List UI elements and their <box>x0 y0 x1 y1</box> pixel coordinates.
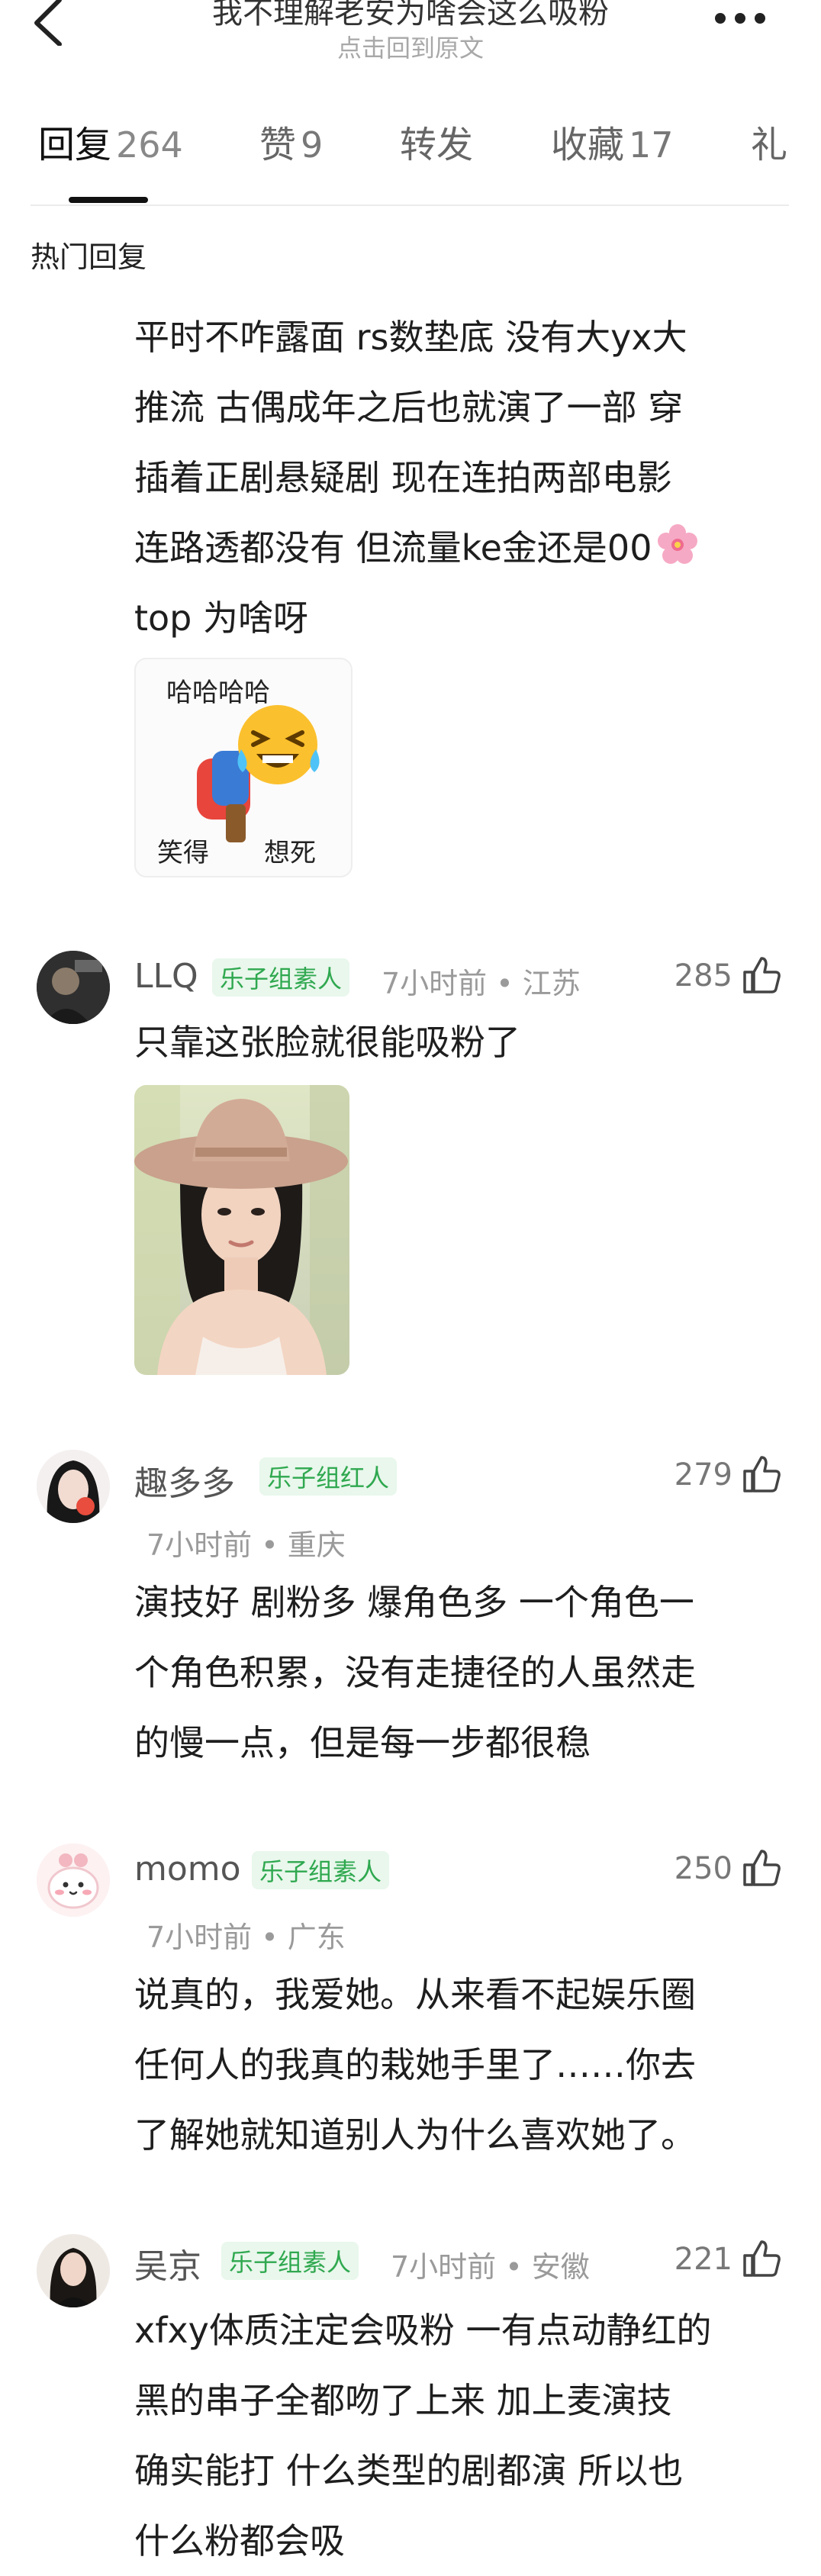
comment-line: xfxy体质注定会吸粉 一有点动静红的 <box>134 2310 712 2351</box>
section-title: 热门回复 <box>31 240 147 274</box>
comment-line: 说真的，我爱她。从来看不起娱乐圈 <box>134 1974 696 2015</box>
tab-likes[interactable]: 赞9 <box>259 114 323 168</box>
post-line: 平时不咋露面 rs数垫底 没有大yx大 <box>134 317 687 358</box>
comment-line: 演技好 剧粉多 爆角色多 一个角色一 <box>134 1582 694 1623</box>
avatar-image-icon <box>37 2234 110 2307</box>
thumbs-up-icon <box>743 2240 781 2277</box>
comment-text: 说真的，我爱她。从来看不起娱乐圈 任何人的我真的栽她手里了……你去 了解她就知道… <box>134 1959 696 2170</box>
comment-line: 什么粉都会吸 <box>134 2520 345 2562</box>
tab-reposts[interactable]: 转发 <box>400 114 473 168</box>
username[interactable]: momo <box>134 1850 241 1889</box>
comment-line: 任何人的我真的栽她手里了……你去 <box>134 2044 696 2085</box>
comment-line: 的慢一点，但是每一步都很稳 <box>134 1722 591 1763</box>
avatar[interactable] <box>37 1843 110 1917</box>
avatar[interactable] <box>37 951 110 1024</box>
thumbs-up-icon <box>743 1456 781 1492</box>
post-line: 推流 古偶成年之后也就演了一部 穿 <box>134 387 684 428</box>
comment-line: 个角色积累，没有走捷径的人虽然走 <box>134 1652 696 1693</box>
active-tab-indicator <box>69 197 148 203</box>
like-button[interactable] <box>740 2237 783 2280</box>
post-body: 平时不咋露面 rs数垫底 没有大yx大 推流 古偶成年之后也就演了一部 穿 插着… <box>134 302 699 653</box>
tab-label: 礼 <box>751 124 788 166</box>
comment-line: 黑的串子全都吻了上来 加上麦演技 <box>134 2380 672 2421</box>
comment-meta: 7小时前 • 江苏 <box>382 967 581 1000</box>
like-count: 285 <box>674 958 732 993</box>
thumbs-up-icon <box>743 957 781 993</box>
like-count: 221 <box>674 2242 732 2277</box>
status-badge: 乐子组素人 <box>221 2242 359 2280</box>
avatar[interactable] <box>37 2234 110 2307</box>
avatar-image-icon <box>37 951 110 1024</box>
username[interactable]: LLQ <box>134 957 198 996</box>
comment-line: 了解她就知道别人为什么喜欢她了。 <box>134 2114 696 2156</box>
username[interactable]: 趣多多 <box>134 1456 235 1505</box>
tab-gifts[interactable]: 礼 <box>751 114 787 168</box>
comment-meta: 7小时前 • 重庆 <box>146 1528 346 1562</box>
comment-line: 确实能打 什么类型的剧都演 所以也 <box>134 2450 684 2491</box>
like-count: 279 <box>674 1457 732 1492</box>
back-button[interactable] <box>31 0 69 47</box>
comment-photo[interactable] <box>134 1085 349 1375</box>
tab-replies[interactable]: 回复 264 <box>38 114 183 168</box>
back-to-original-link[interactable]: 点击回到原文 <box>153 29 668 64</box>
divider <box>31 204 789 206</box>
woman-in-hat-photo-icon <box>134 1085 349 1375</box>
status-badge: 乐子组素人 <box>212 958 350 997</box>
like-count: 250 <box>674 1851 732 1886</box>
more-dots-icon <box>715 13 765 24</box>
post-line: top 为啥呀 <box>134 597 309 639</box>
flower-emoji-icon <box>658 524 698 564</box>
like-button[interactable] <box>740 1847 783 1889</box>
thumbs-up-icon <box>743 1850 781 1886</box>
status-badge: 乐子组素人 <box>252 1851 390 1889</box>
page-title[interactable]: 我不理解老安为啥会这么吸粉 <box>92 0 729 32</box>
laughing-sticker[interactable]: 哈哈哈哈 笑得 想死 <box>134 658 353 877</box>
tab-label: 收藏 <box>551 124 625 166</box>
post-line: 连路透都没有 但流量ke金还是00 <box>134 527 652 568</box>
post-line-with-emoji: 连路透都没有 但流量ke金还是00 <box>134 513 699 583</box>
comment-meta: 7小时前 • 广东 <box>146 1921 346 1954</box>
more-button[interactable] <box>710 0 771 31</box>
tab-count: 9 <box>301 124 324 166</box>
tab-count: 17 <box>629 124 674 166</box>
sticker-caption: 想死 <box>264 838 316 868</box>
tab-label: 回复 <box>38 124 112 166</box>
avatar-image-icon <box>37 1843 110 1917</box>
like-button[interactable] <box>740 1453 783 1496</box>
tab-bar: 回复 264 赞9 转发 收藏 17 礼 <box>38 114 801 175</box>
avatar[interactable] <box>37 1450 110 1523</box>
tab-favorites[interactable]: 收藏 17 <box>551 114 674 168</box>
comment-line: 只靠这张脸就很能吸粉了 <box>134 1022 520 1063</box>
tab-label: 转发 <box>400 124 474 166</box>
tab-label: 赞 <box>259 124 297 166</box>
comment-meta: 7小时前 • 安徽 <box>391 2250 590 2284</box>
chevron-left-icon <box>34 0 62 47</box>
comment-text: xfxy体质注定会吸粉 一有点动静红的 黑的串子全都吻了上来 加上麦演技 确实能… <box>134 2295 711 2576</box>
comment-text: 只靠这张脸就很能吸粉了 <box>134 1007 520 1077</box>
username[interactable]: 吴京 <box>134 2239 201 2288</box>
avatar-image-icon <box>37 1450 110 1523</box>
tab-count: 264 <box>116 124 183 166</box>
sticker-caption: 笑得 <box>157 838 209 868</box>
post-line: 插着正剧悬疑剧 现在连拍两部电影 <box>134 457 672 498</box>
comment-text: 演技好 剧粉多 爆角色多 一个角色一 个角色积累，没有走捷径的人虽然走 的慢一点… <box>134 1567 696 1778</box>
like-button[interactable] <box>740 954 783 997</box>
status-badge: 乐子组红人 <box>259 1457 398 1496</box>
